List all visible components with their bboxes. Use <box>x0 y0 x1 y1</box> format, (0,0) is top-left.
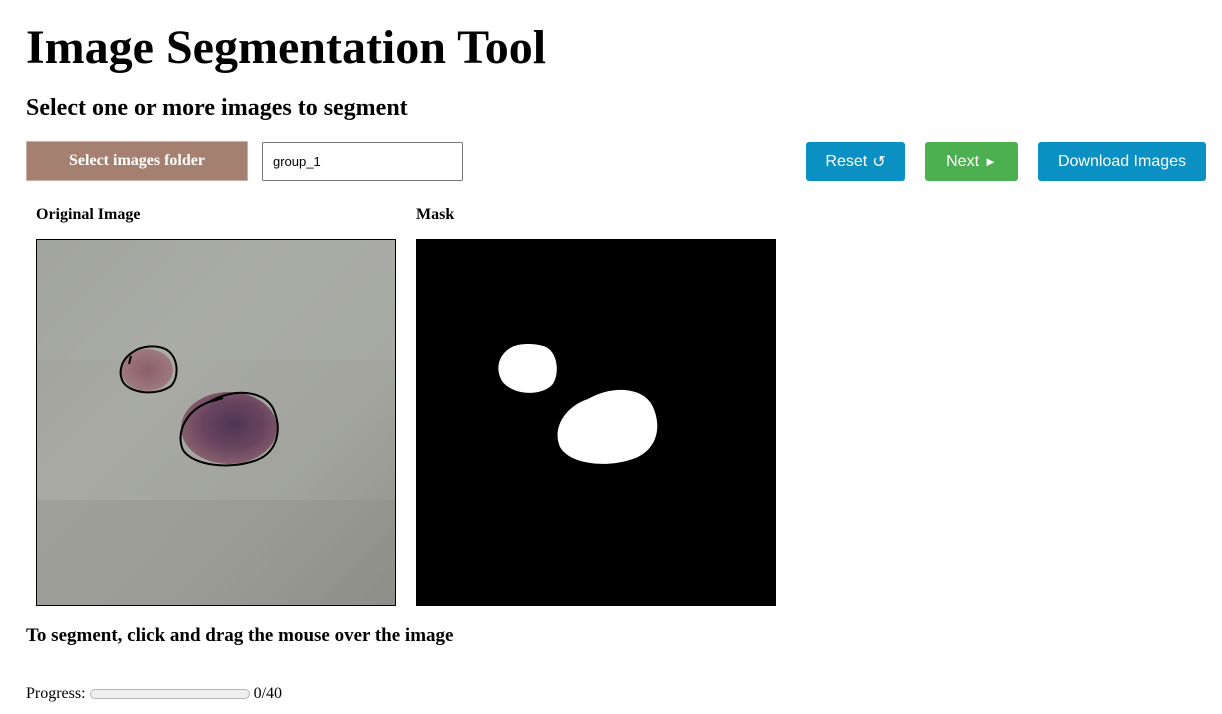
original-image-label: Original Image <box>36 206 141 223</box>
group-name-input[interactable] <box>262 142 463 181</box>
progress-count: 0/40 <box>253 685 283 702</box>
progress-row: Progress: 0/40 <box>26 684 282 704</box>
page-subtitle: Select one or more images to segment <box>26 95 408 121</box>
skin-lesion-photo <box>37 240 395 605</box>
next-arrow-icon: ► <box>984 154 997 169</box>
reset-icon: ↺ <box>872 153 886 171</box>
progress-bar <box>89 689 250 699</box>
next-button[interactable]: Next ► <box>925 142 1018 181</box>
mask-image <box>416 239 776 606</box>
mask-label: Mask <box>416 206 455 223</box>
next-button-label: Next <box>946 152 980 170</box>
download-images-button[interactable]: Download Images <box>1038 142 1206 181</box>
instructions-text: To segment, click and drag the mouse ove… <box>26 625 454 646</box>
mask-canvas <box>416 239 776 606</box>
page-title: Image Segmentation Tool <box>26 21 547 74</box>
reset-button[interactable]: Reset ↺ <box>806 142 905 181</box>
reset-button-label: Reset <box>825 152 868 170</box>
mask-region-small <box>498 344 557 393</box>
select-folder-button[interactable]: Select images folder <box>26 141 248 181</box>
progress-label: Progress: <box>26 685 86 702</box>
lesion-large <box>181 392 277 464</box>
original-image-canvas[interactable] <box>36 239 396 606</box>
